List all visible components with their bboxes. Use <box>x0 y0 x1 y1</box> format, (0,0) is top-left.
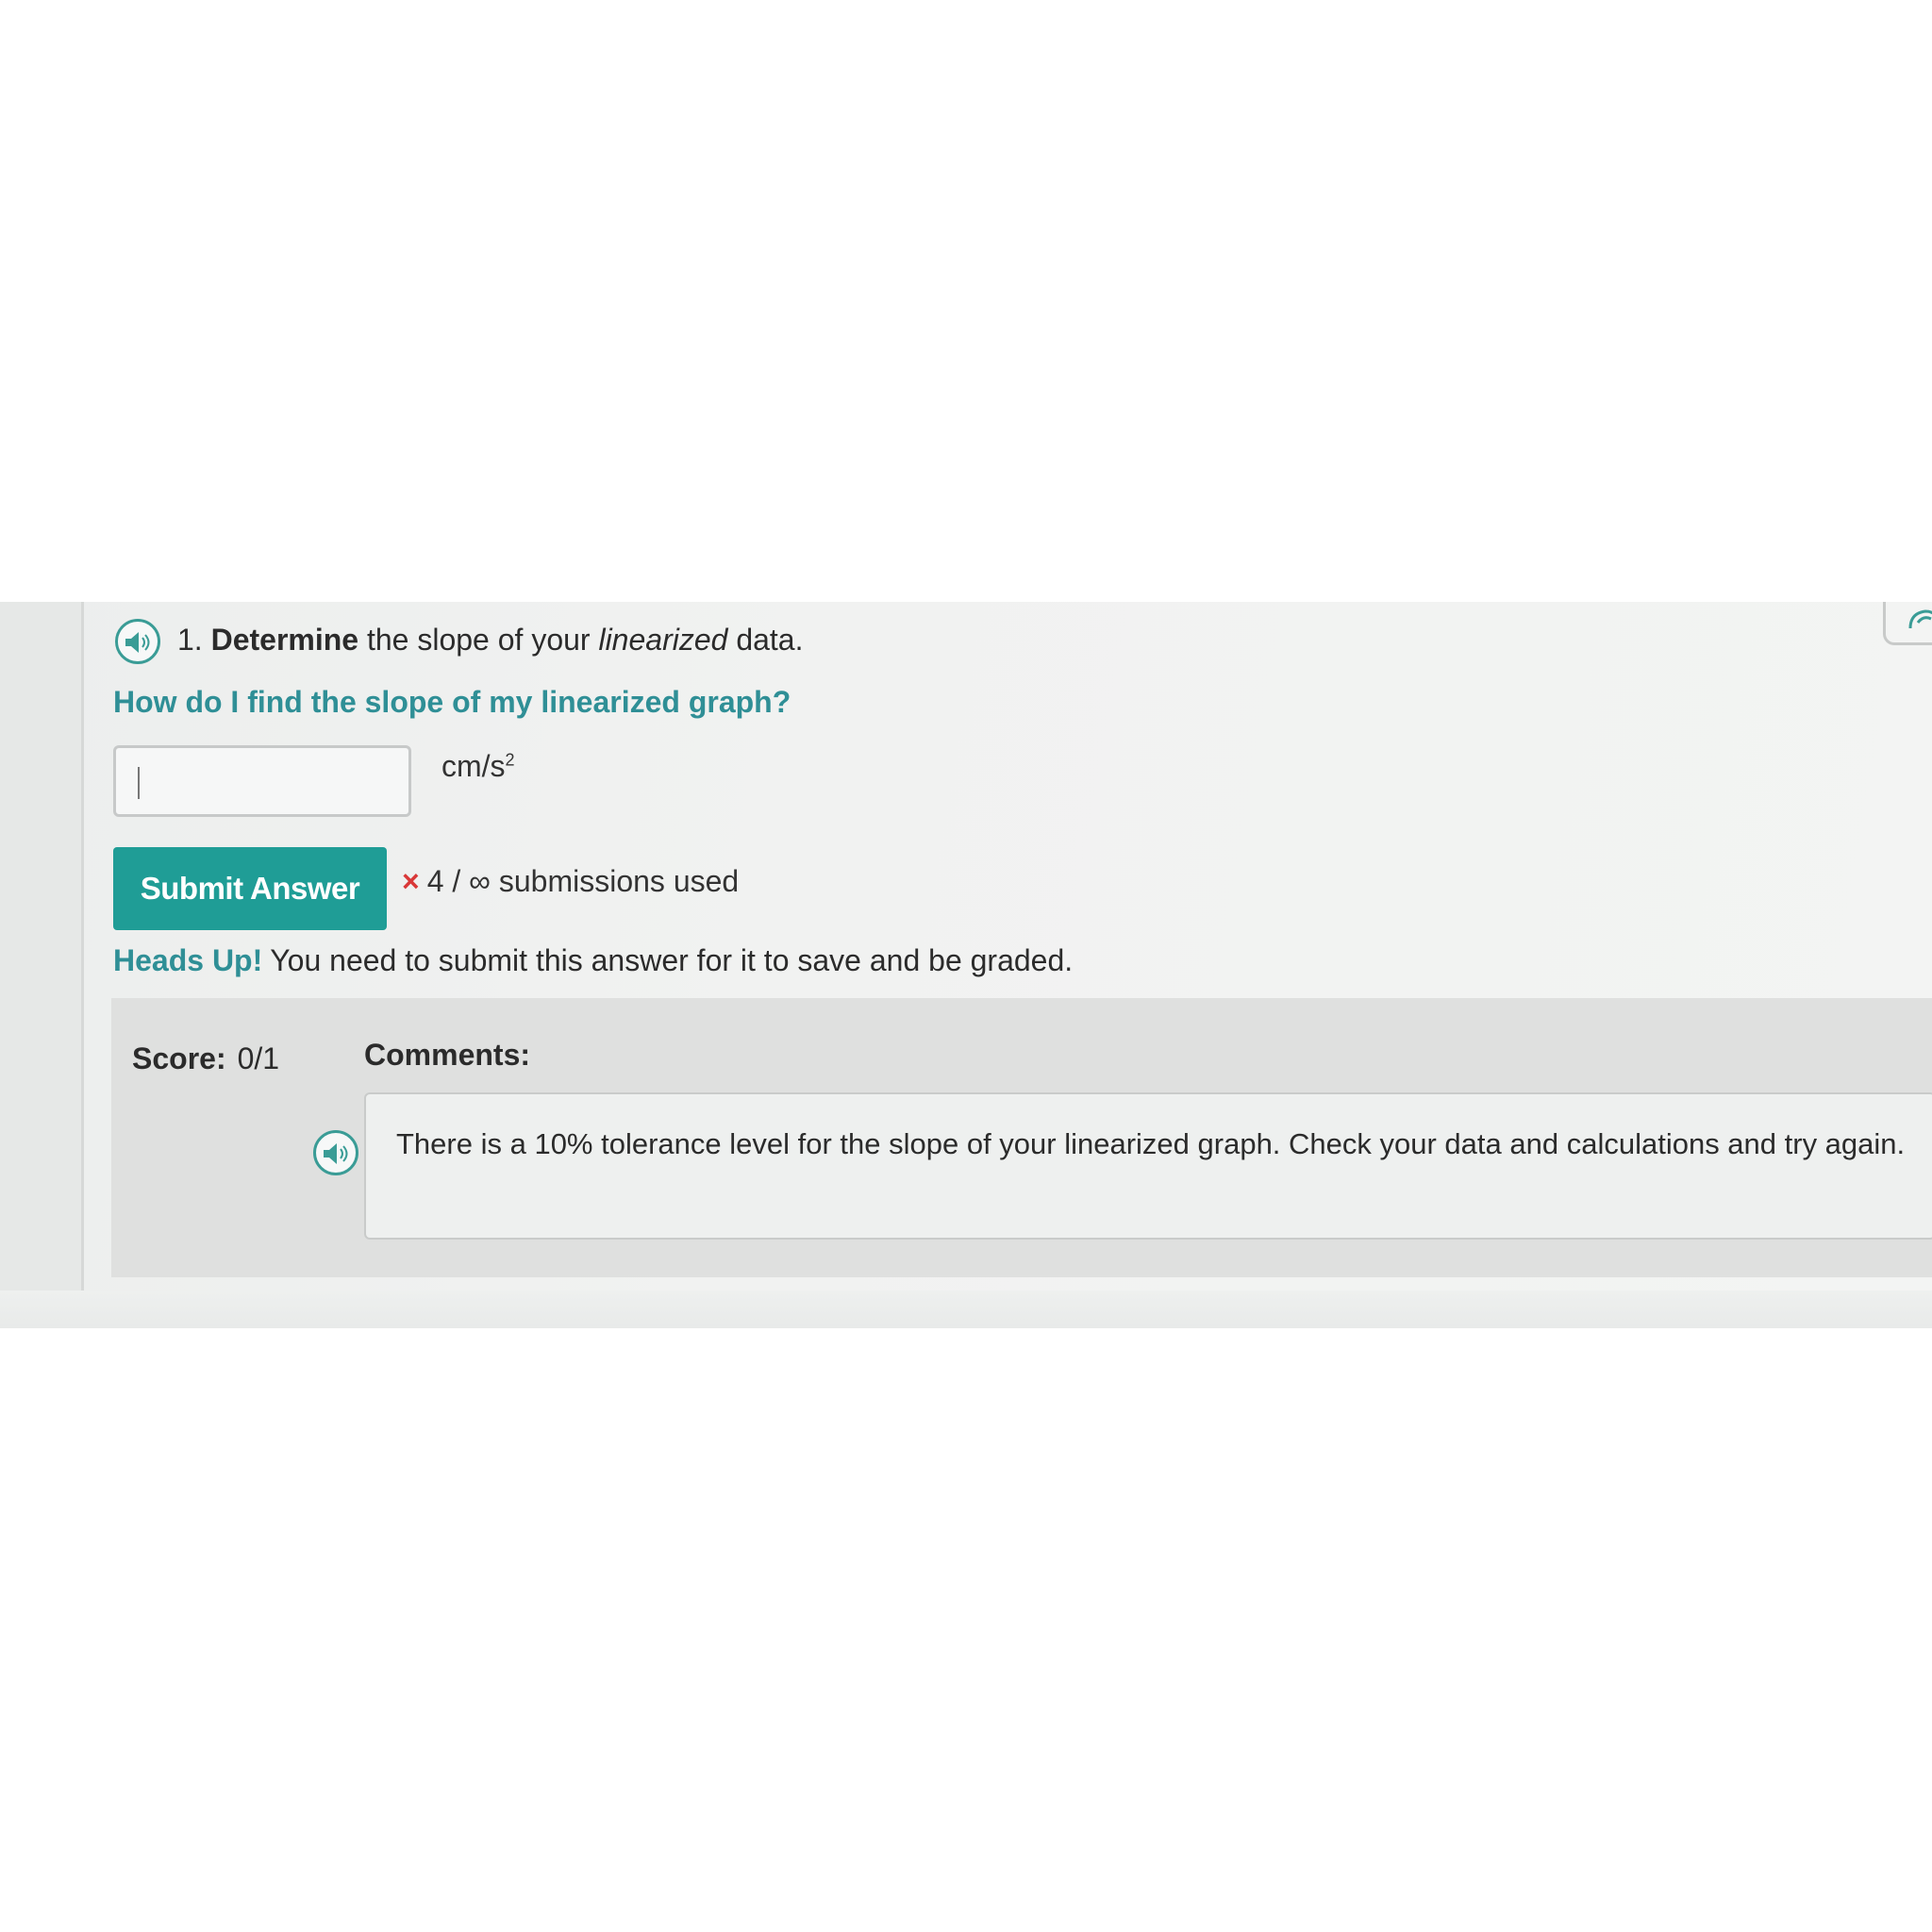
left-rail <box>0 602 84 1328</box>
question-prompt: 1. Determine the slope of your linearize… <box>177 619 803 660</box>
score-value: 0/1 <box>237 1041 280 1075</box>
comments-label: Comments: <box>364 1038 531 1072</box>
screen-bottom-edge <box>0 1291 1932 1328</box>
comment-box: There is a 10% tolerance level for the s… <box>364 1092 1932 1240</box>
speaker-glyph <box>324 1143 348 1164</box>
answer-input[interactable] <box>113 745 411 817</box>
score-label: Score: <box>132 1041 226 1075</box>
edit-icon <box>1908 609 1932 629</box>
incorrect-icon: × <box>402 864 420 898</box>
units-exponent: 2 <box>505 750 515 770</box>
speaker-icon[interactable] <box>313 1130 358 1175</box>
question-panel: 1. Determine the slope of your linearize… <box>81 602 1932 1328</box>
comment-text: There is a 10% tolerance level for the s… <box>396 1127 1906 1160</box>
score: Score: 0/1 <box>132 1041 279 1076</box>
question-verb: Determine <box>210 623 359 657</box>
speaker-icon[interactable] <box>115 619 160 664</box>
text-caret <box>138 767 140 799</box>
page: 1. Determine the slope of your linearize… <box>0 0 1932 1932</box>
score-panel: Score: 0/1 Comments: There is a 10% toler… <box>111 998 1932 1277</box>
heads-up-notice: Heads Up! You need to submit this answer … <box>113 943 1073 978</box>
heads-up-lead: Heads Up! <box>113 943 263 977</box>
answer-units: cm/s2 <box>441 749 515 784</box>
question-emphasis: linearized <box>598 623 728 657</box>
question-number: 1. <box>177 623 203 657</box>
submissions-text: 4 / ∞ submissions used <box>426 864 740 898</box>
speaker-glyph <box>125 632 150 653</box>
question-text-before: the slope of your <box>366 623 591 657</box>
question-text-after: data. <box>736 623 804 657</box>
units-base: cm/s <box>441 749 506 783</box>
edit-tab[interactable] <box>1883 602 1932 645</box>
assignment-screen: 1. Determine the slope of your linearize… <box>0 602 1932 1328</box>
heads-up-text: You need to submit this answer for it to… <box>270 943 1074 977</box>
submissions-status: × 4 / ∞ submissions used <box>402 864 739 899</box>
help-link[interactable]: How do I find the slope of my linearized… <box>113 685 791 720</box>
submit-answer-button[interactable]: Submit Answer <box>113 847 387 930</box>
